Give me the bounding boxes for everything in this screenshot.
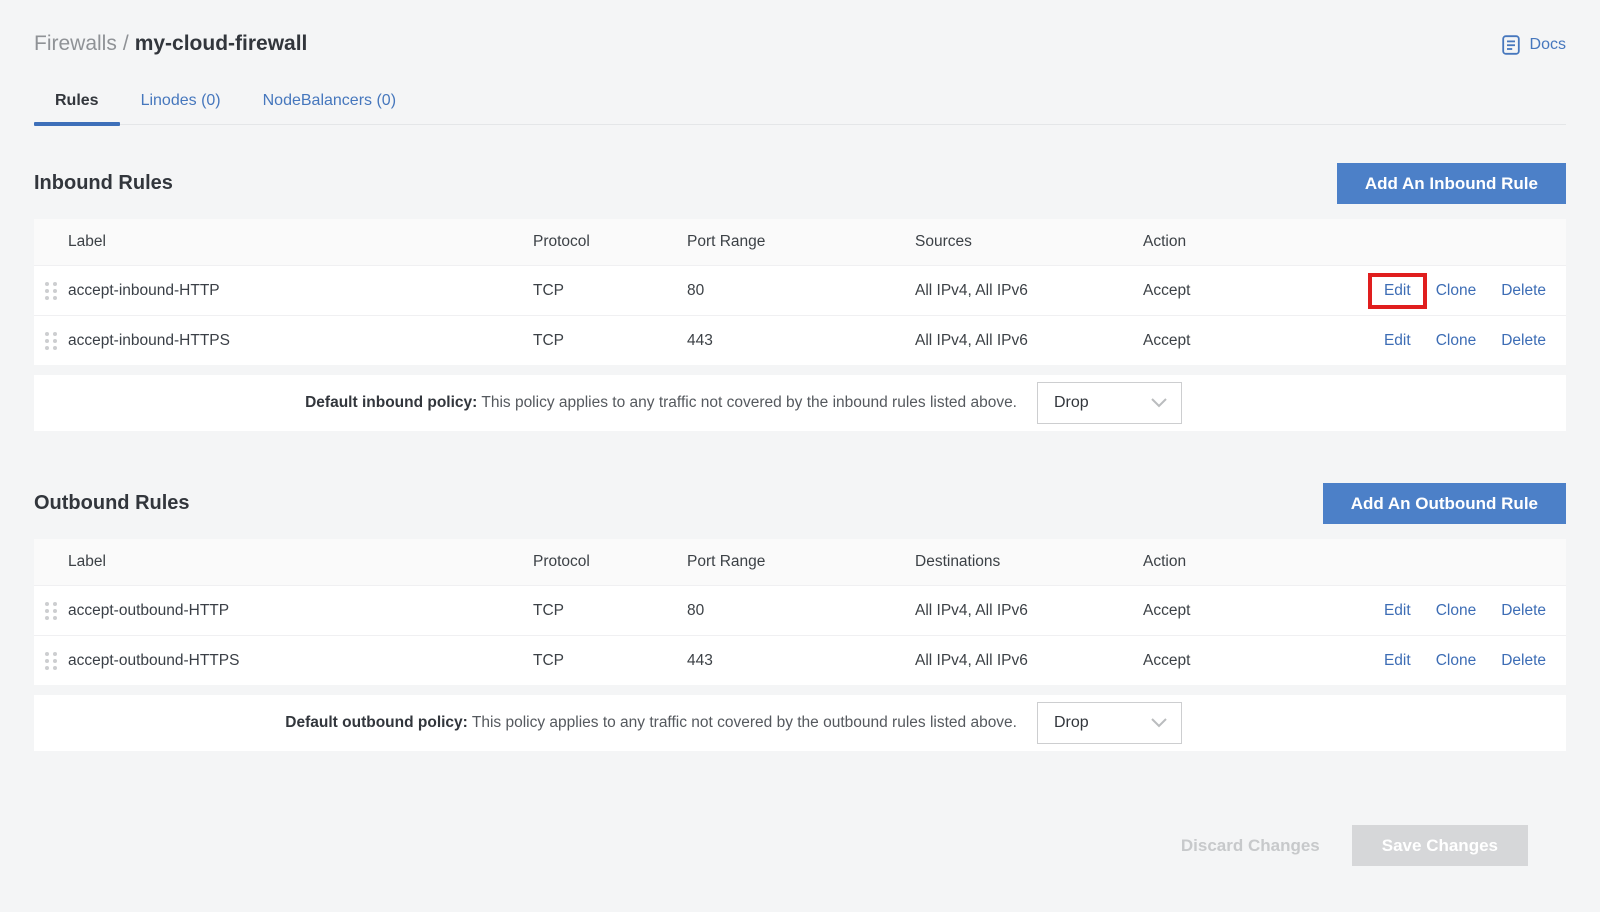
- rule-addresses: All IPv4, All IPv6: [915, 282, 1143, 300]
- rule-addresses: All IPv4, All IPv6: [915, 332, 1143, 350]
- rule-row-actions: Edit Clone Delete: [1337, 652, 1566, 670]
- inbound-table-header: LabelProtocolPort RangeSourcesAction: [34, 219, 1566, 265]
- column-header-protocol: Protocol: [533, 233, 687, 251]
- rule-sections: Inbound RulesAdd An Inbound RuleLabelPro…: [34, 163, 1566, 751]
- column-header-action: Action: [1143, 233, 1337, 251]
- rule-action: Accept: [1143, 602, 1337, 620]
- edit-rule-link[interactable]: Edit: [1384, 652, 1411, 670]
- rule-protocol: TCP: [533, 282, 687, 300]
- breadcrumb-firewalls-link[interactable]: Firewalls: [34, 32, 117, 55]
- outbound-default-policy-row: Default outbound policy: This policy app…: [34, 695, 1566, 751]
- default-policy-label: Default inbound policy:: [305, 394, 477, 411]
- column-header-label: Label: [68, 233, 533, 251]
- drag-handle[interactable]: [42, 650, 68, 672]
- edit-rule-link[interactable]: Edit: [1384, 332, 1411, 350]
- clone-rule-link[interactable]: Clone: [1436, 332, 1477, 350]
- drag-handle-icon: [44, 650, 58, 672]
- tab-linodes-0[interactable]: Linodes (0): [120, 84, 242, 124]
- drag-handle-icon: [44, 280, 58, 302]
- discard-changes-button[interactable]: Discard Changes: [1181, 836, 1320, 856]
- docs-link[interactable]: Docs: [1500, 34, 1566, 56]
- docs-icon: [1500, 34, 1522, 56]
- column-header-port-range: Port Range: [687, 233, 915, 251]
- delete-rule-link[interactable]: Delete: [1501, 652, 1546, 670]
- table-row: accept-inbound-HTTPSTCP443All IPv4, All …: [34, 315, 1566, 365]
- rule-label: accept-outbound-HTTP: [68, 602, 533, 620]
- default-policy-label: Default outbound policy:: [285, 714, 468, 731]
- column-header-sources: Sources: [915, 233, 1143, 251]
- clone-rule-link[interactable]: Clone: [1436, 652, 1477, 670]
- breadcrumb-firewall-name: my-cloud-firewall: [135, 32, 308, 55]
- outbound-rules-title: Outbound Rules: [34, 492, 190, 515]
- rule-row-actions: Edit Clone Delete: [1337, 602, 1566, 620]
- rule-protocol: TCP: [533, 602, 687, 620]
- edit-rule-link[interactable]: Edit: [1384, 602, 1411, 620]
- column-header-protocol: Protocol: [533, 553, 687, 571]
- rule-port-range: 80: [687, 282, 915, 300]
- rule-action: Accept: [1143, 652, 1337, 670]
- inbound-section-header: Inbound Rules Add An Inbound Rule: [34, 163, 1566, 204]
- inbound-default-policy-row: Default inbound policy: This policy appl…: [34, 375, 1566, 431]
- add-outbound-rule-button[interactable]: Add An Outbound Rule: [1323, 483, 1566, 524]
- rule-action: Accept: [1143, 332, 1337, 350]
- tab-rules[interactable]: Rules: [34, 84, 120, 124]
- inbound-default-policy-select[interactable]: Drop: [1037, 382, 1182, 424]
- tab-bar: RulesLinodes (0)NodeBalancers (0): [34, 84, 1566, 125]
- rule-port-range: 443: [687, 652, 915, 670]
- drag-handle-icon: [44, 330, 58, 352]
- table-row: accept-inbound-HTTPTCP80All IPv4, All IP…: [34, 265, 1566, 315]
- column-header-destinations: Destinations: [915, 553, 1143, 571]
- firewall-detail-page: Firewalls/my-cloud-firewall Docs RulesLi…: [0, 32, 1600, 866]
- delete-rule-link[interactable]: Delete: [1501, 332, 1546, 350]
- default-policy-value: Drop: [1054, 394, 1089, 412]
- rule-label: accept-inbound-HTTP: [68, 282, 533, 300]
- docs-label: Docs: [1530, 36, 1566, 54]
- rule-row-actions: Edit Clone Delete: [1337, 332, 1566, 350]
- drag-handle-icon: [44, 600, 58, 622]
- outbound-rules-table: LabelProtocolPort RangeDestinationsActio…: [34, 539, 1566, 685]
- delete-rule-link[interactable]: Delete: [1501, 602, 1546, 620]
- save-changes-button[interactable]: Save Changes: [1352, 825, 1528, 866]
- column-header-label: Label: [68, 553, 533, 571]
- column-header-action: Action: [1143, 553, 1337, 571]
- outbound-default-policy-select[interactable]: Drop: [1037, 702, 1182, 744]
- chevron-down-icon: [1151, 398, 1167, 408]
- delete-rule-link[interactable]: Delete: [1501, 282, 1546, 300]
- column-header-port-range: Port Range: [687, 553, 915, 571]
- rule-label: accept-outbound-HTTPS: [68, 652, 533, 670]
- outbound-default-policy-text: Default outbound policy: This policy app…: [34, 714, 1017, 732]
- edit-rule-link[interactable]: Edit: [1384, 282, 1411, 299]
- clone-rule-link[interactable]: Clone: [1436, 602, 1477, 620]
- drag-handle[interactable]: [42, 600, 68, 622]
- rule-label: accept-inbound-HTTPS: [68, 332, 533, 350]
- rule-protocol: TCP: [533, 332, 687, 350]
- highlight-box: Edit: [1368, 273, 1427, 309]
- rule-row-actions: Edit Clone Delete: [1337, 282, 1566, 300]
- table-row: accept-outbound-HTTPTCP80All IPv4, All I…: [34, 585, 1566, 635]
- inbound-default-policy-text: Default inbound policy: This policy appl…: [34, 394, 1017, 412]
- add-inbound-rule-button[interactable]: Add An Inbound Rule: [1337, 163, 1566, 204]
- default-policy-value: Drop: [1054, 714, 1089, 732]
- footer-actions: Discard Changes Save Changes: [34, 825, 1566, 866]
- clone-rule-link[interactable]: Clone: [1436, 282, 1477, 300]
- table-row: accept-outbound-HTTPSTCP443All IPv4, All…: [34, 635, 1566, 685]
- rule-port-range: 443: [687, 332, 915, 350]
- drag-handle[interactable]: [42, 330, 68, 352]
- rule-addresses: All IPv4, All IPv6: [915, 652, 1143, 670]
- tab-nodebalancers-0[interactable]: NodeBalancers (0): [242, 84, 417, 124]
- inbound-rules-title: Inbound Rules: [34, 172, 173, 195]
- rule-addresses: All IPv4, All IPv6: [915, 602, 1143, 620]
- outbound-section-header: Outbound Rules Add An Outbound Rule: [34, 483, 1566, 524]
- inbound-rules-table: LabelProtocolPort RangeSourcesActionacce…: [34, 219, 1566, 365]
- rule-protocol: TCP: [533, 652, 687, 670]
- rule-action: Accept: [1143, 282, 1337, 300]
- chevron-down-icon: [1151, 718, 1167, 728]
- rule-port-range: 80: [687, 602, 915, 620]
- page-header: Firewalls/my-cloud-firewall Docs: [34, 32, 1566, 56]
- outbound-table-header: LabelProtocolPort RangeDestinationsActio…: [34, 539, 1566, 585]
- breadcrumb: Firewalls/my-cloud-firewall: [34, 32, 307, 56]
- breadcrumb-separator: /: [117, 32, 135, 55]
- drag-handle[interactable]: [42, 280, 68, 302]
